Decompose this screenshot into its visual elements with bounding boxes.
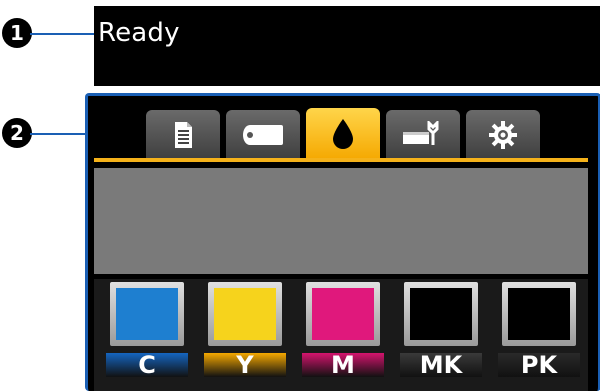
print-queue-icon (175, 122, 192, 148)
callout-leader-line-2 (30, 133, 85, 135)
ink-level-fill (116, 288, 178, 340)
settings-gear-icon (489, 121, 517, 149)
callout-marker-2: 2 (2, 118, 32, 148)
ink-cartridge-c: C (106, 279, 192, 391)
tab-paper[interactable] (226, 110, 300, 160)
callout-leader-line-1 (30, 33, 98, 35)
ink-level-fill (312, 288, 374, 340)
maintenance-icon (403, 121, 439, 145)
ink-info-area (94, 168, 588, 274)
ink-label-mk: MK (400, 353, 482, 377)
ink-label-m: M (302, 353, 384, 377)
tab-print-queue[interactable] (146, 110, 220, 160)
status-text: Ready (98, 18, 180, 48)
ink-cartridge-mk: MK (400, 279, 486, 391)
ink-drop-icon (333, 119, 353, 149)
ink-level-frame (110, 282, 184, 346)
ink-level-frame (306, 282, 380, 346)
ink-level-frame (404, 282, 478, 346)
ink-cartridge-y: Y (204, 279, 290, 391)
callout-marker-1: 1 (2, 18, 32, 48)
tab-ink[interactable] (306, 108, 380, 160)
status-message-panel: Ready (94, 6, 600, 86)
control-panel-screen: C Y M MK PK (85, 93, 600, 391)
tab-bar (88, 96, 598, 162)
ink-label-y: Y (204, 353, 286, 377)
tab-settings[interactable] (466, 110, 540, 160)
ink-level-fill (214, 288, 276, 340)
ink-label-c: C (106, 353, 188, 377)
paper-roll-icon (243, 125, 283, 145)
ink-label-pk: PK (498, 353, 580, 377)
active-tab-underline (94, 158, 588, 162)
ink-cartridge-pk: PK (498, 279, 584, 391)
ink-level-frame (502, 282, 576, 346)
ink-level-fill (410, 288, 472, 340)
ink-cartridge-m: M (302, 279, 388, 391)
tab-maintenance[interactable] (386, 110, 460, 160)
ink-level-frame (208, 282, 282, 346)
ink-level-fill (508, 288, 570, 340)
ink-levels-area: C Y M MK PK (94, 279, 588, 391)
